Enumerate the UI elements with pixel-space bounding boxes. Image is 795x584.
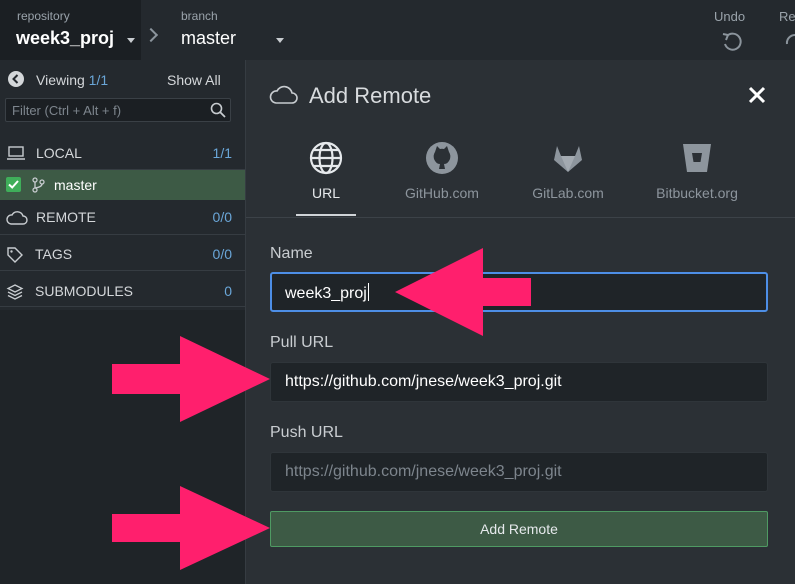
annotation-arrow-name xyxy=(395,248,531,336)
repository-dropdown-icon[interactable] xyxy=(127,38,135,43)
tab-bitbucket[interactable]: Bitbucket.org xyxy=(642,135,752,215)
tab-url-label: URL xyxy=(311,185,340,201)
section-local[interactable]: LOCAL 1/1 xyxy=(0,136,245,170)
branch-label: branch xyxy=(181,9,218,23)
tabs-divider xyxy=(246,217,795,218)
show-all-link[interactable]: Show All xyxy=(167,72,221,88)
section-submodules[interactable]: SUBMODULES 0 xyxy=(0,273,245,307)
redo-label: Re xyxy=(779,9,795,24)
pull-url-input[interactable]: https://github.com/jnese/week3_proj.git xyxy=(270,362,768,402)
push-url-input[interactable]: https://github.com/jnese/week3_proj.git xyxy=(270,452,768,492)
section-remote[interactable]: REMOTE 0/0 xyxy=(0,201,245,235)
section-local-label: LOCAL xyxy=(36,145,82,161)
close-icon[interactable] xyxy=(746,84,768,106)
tab-gitlab[interactable]: GitLab.com xyxy=(518,135,618,215)
tab-github[interactable]: GitHub.com xyxy=(392,135,492,215)
branch-checkbox[interactable] xyxy=(6,177,21,192)
collapse-panel-icon[interactable] xyxy=(8,71,24,87)
cloud-icon xyxy=(6,211,28,225)
branch-icon xyxy=(32,177,45,193)
tab-github-label: GitHub.com xyxy=(405,185,479,201)
active-tab-indicator xyxy=(296,214,356,216)
section-tags-label: TAGS xyxy=(35,246,73,262)
tab-bitbucket-label: Bitbucket.org xyxy=(656,185,738,201)
search-icon xyxy=(210,102,226,118)
section-submodules-count: 0 xyxy=(224,283,232,299)
viewing-text: Viewing 1/1 xyxy=(36,72,109,88)
undo-label: Undo xyxy=(714,9,746,24)
redo-icon[interactable] xyxy=(784,31,795,53)
tab-url[interactable]: URL xyxy=(286,135,366,215)
check-icon xyxy=(8,180,19,189)
branch-dropdown-icon[interactable] xyxy=(276,38,284,43)
section-submodules-label: SUBMODULES xyxy=(35,283,134,299)
annotation-arrow-add-remote xyxy=(112,486,270,570)
gitlab-icon xyxy=(554,146,582,172)
layers-icon xyxy=(6,284,24,300)
top-toolbar: repository week3_proj branch master Undo… xyxy=(0,0,795,60)
section-remote-count: 0/0 xyxy=(212,209,232,225)
bitbucket-icon xyxy=(683,144,711,172)
section-remote-label: REMOTE xyxy=(36,209,96,225)
pull-url-label: Pull URL xyxy=(270,334,334,351)
branch-item-master[interactable]: master xyxy=(0,170,245,200)
section-local-count: 1/1 xyxy=(212,145,232,161)
add-remote-button[interactable]: Add Remote xyxy=(270,511,768,547)
globe-icon xyxy=(309,141,343,175)
tab-gitlab-label: GitLab.com xyxy=(532,185,604,201)
branch-item-label: master xyxy=(54,177,97,193)
push-url-label: Push URL xyxy=(270,424,343,441)
text-cursor xyxy=(367,283,369,301)
chevron-right-icon xyxy=(143,27,159,43)
name-label: Name xyxy=(270,245,313,262)
repository-label: repository xyxy=(17,9,70,23)
repository-selector[interactable]: repository week3_proj xyxy=(0,0,141,60)
filter-input[interactable]: Filter (Ctrl + Alt + f) xyxy=(5,98,231,122)
section-tags[interactable]: TAGS 0/0 xyxy=(0,237,245,271)
undo-icon[interactable] xyxy=(721,31,743,53)
github-icon xyxy=(426,142,458,174)
dialog-title: Add Remote xyxy=(309,83,432,108)
repository-name[interactable]: week3_proj xyxy=(16,28,114,49)
viewing-header: Viewing 1/1 Show All xyxy=(0,60,245,96)
tag-icon xyxy=(7,247,23,263)
branch-name[interactable]: master xyxy=(181,28,236,49)
cloud-icon xyxy=(269,85,298,104)
annotation-arrow-pull-url xyxy=(112,336,270,422)
section-tags-count: 0/0 xyxy=(212,246,232,262)
laptop-icon xyxy=(7,146,25,160)
